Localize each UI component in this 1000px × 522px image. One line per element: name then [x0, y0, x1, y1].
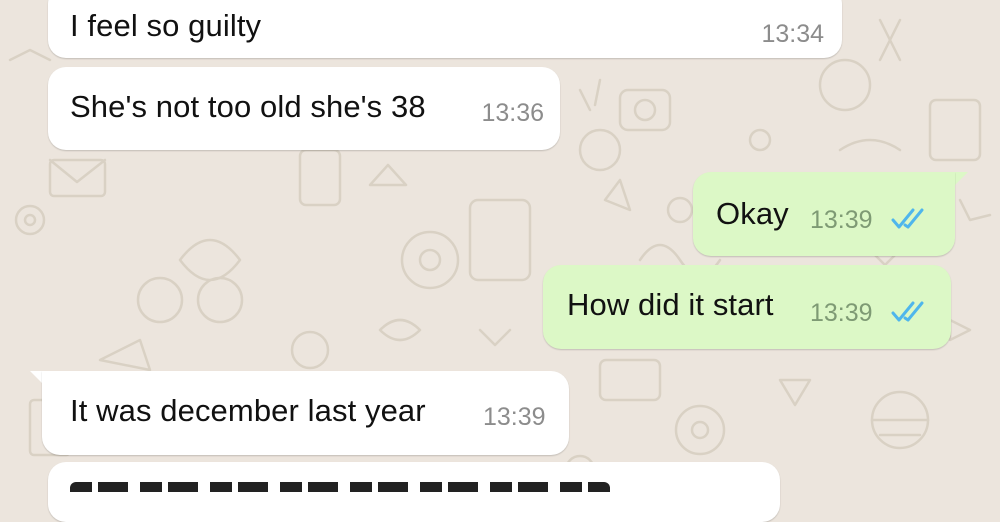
message-bubble-incoming[interactable]: I feel so guilty 13:34	[48, 0, 842, 58]
message-timestamp: 13:39	[483, 403, 546, 431]
double-check-icon	[891, 208, 924, 229]
message-bubble-outgoing[interactable]: Okay 13:39	[693, 172, 955, 256]
message-bubble-incoming[interactable]	[48, 462, 780, 522]
double-check-icon	[891, 301, 924, 322]
message-text: I feel so guilty	[70, 8, 262, 43]
message-bubble-outgoing[interactable]: How did it start 13:39	[543, 265, 951, 349]
message-bubble-incoming[interactable]: She's not too old she's 38 13:36	[48, 67, 560, 150]
message-text: It was december last year	[70, 393, 426, 428]
message-text: She's not too old she's 38	[70, 89, 426, 124]
message-text: Okay	[716, 196, 789, 231]
message-timestamp: 13:39	[810, 206, 873, 234]
message-timestamp: 13:36	[481, 99, 544, 127]
message-bubble-incoming[interactable]: It was december last year 13:39	[42, 371, 569, 455]
message-text: How did it start	[567, 287, 774, 322]
message-timestamp: 13:34	[761, 20, 824, 48]
cropped-message-text	[70, 482, 630, 492]
message-timestamp: 13:39	[810, 299, 873, 327]
